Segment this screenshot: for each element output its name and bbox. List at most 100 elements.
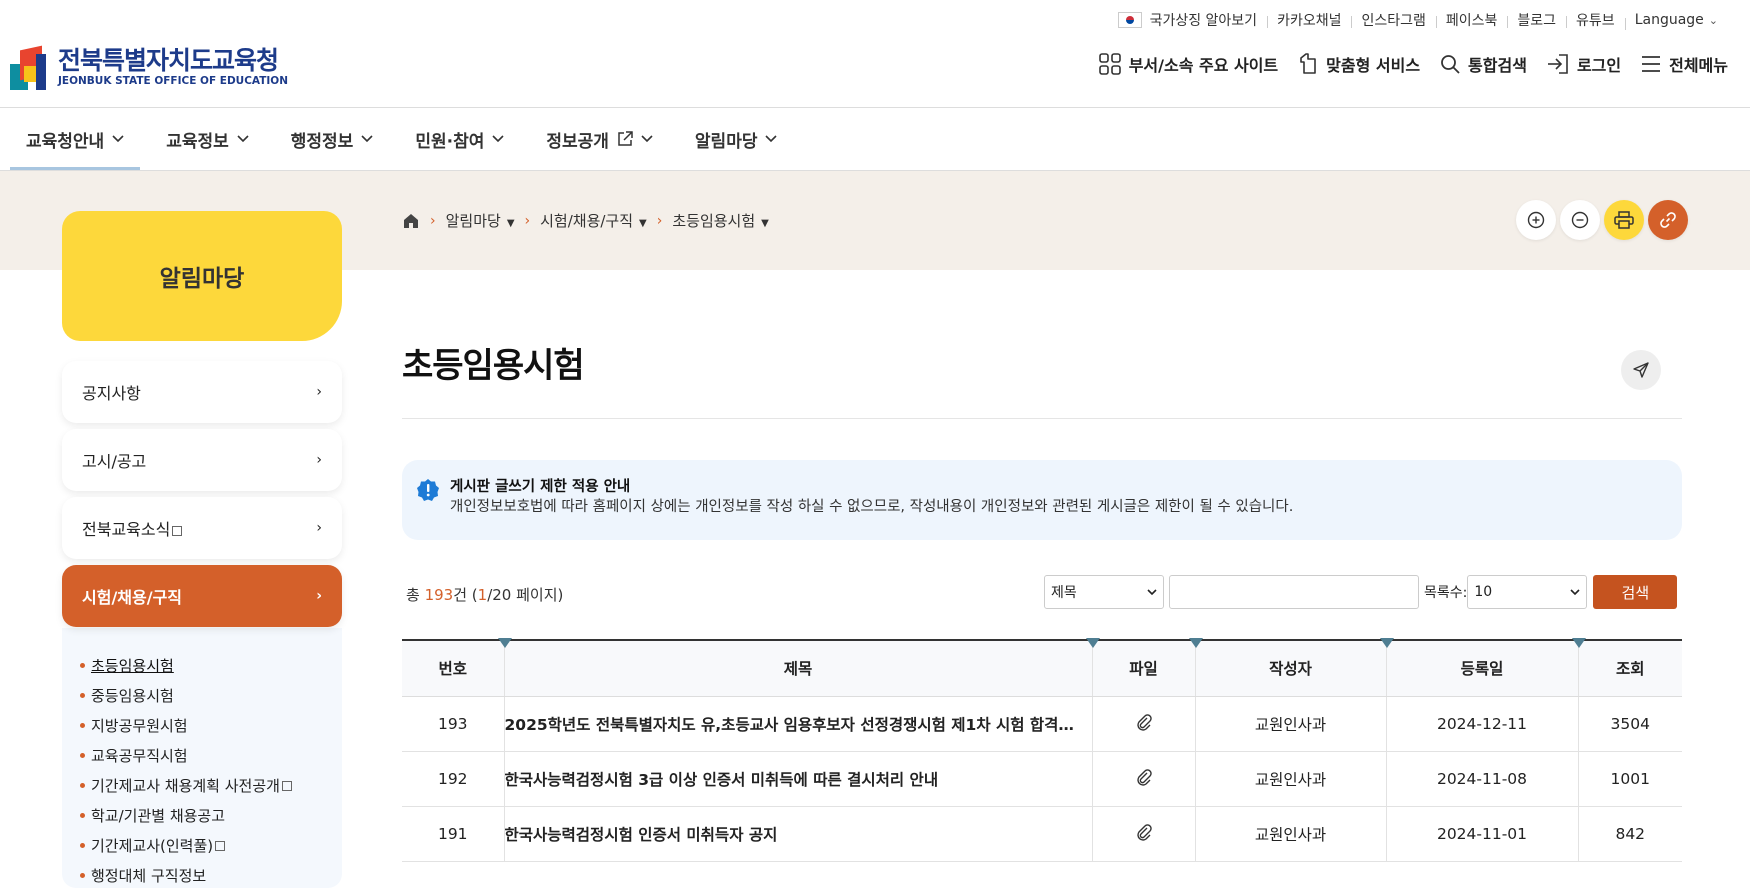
cell-title[interactable]: 한국사능력검정시험 3급 이상 인증서 미취득에 따른 결시처리 안내 (503, 751, 1092, 807)
zoom-out-button[interactable] (1560, 200, 1600, 240)
sub-item-admin-substitute[interactable]: 행정대체 구직정보 (80, 860, 292, 890)
cell-title[interactable]: 한국사능력검정시험 인증서 미취득자 공지 (503, 806, 1092, 862)
post-title-link[interactable]: 한국사능력검정시험 인증서 미취득자 공지 (505, 823, 1085, 845)
cell-date: 2024-12-11 (1385, 696, 1578, 752)
column-header-date[interactable]: 등록일 (1379, 638, 1578, 697)
search-field-select[interactable]: 제목 (1044, 575, 1164, 609)
column-resize-handle-icon[interactable] (1571, 638, 1586, 648)
cell-file[interactable] (1091, 751, 1195, 807)
lnb-item-jeonbuk-news[interactable]: 전북교육소식 › (62, 497, 342, 559)
youtube-link[interactable]: 유튜브 (1566, 10, 1625, 30)
post-title-link[interactable]: 2025학년도 전북특별자치도 유,초등교사 임용후보자 선정경쟁시험 제1차 … (505, 713, 1085, 735)
gnb-item-admin-info[interactable]: 행정정보 (275, 108, 390, 170)
chevron-down-icon: ⌄ (1708, 13, 1718, 27)
column-resize-handle-icon[interactable] (1379, 638, 1394, 648)
paperclip-icon[interactable] (1135, 713, 1153, 731)
cell-date: 2024-11-08 (1385, 751, 1578, 807)
exclamation-icon (417, 479, 439, 501)
current-page: 1 (477, 586, 488, 604)
column-resize-handle-icon[interactable] (1188, 638, 1203, 648)
bullet-icon (80, 872, 85, 878)
chevron-down-icon (1147, 584, 1157, 600)
column-resize-handle-icon[interactable] (497, 638, 512, 648)
column-resize-handle-icon[interactable] (1085, 638, 1100, 648)
page-tools (1512, 200, 1688, 240)
column-header-author[interactable]: 작성자 (1188, 638, 1386, 697)
lnb-title: 알림마당 (62, 211, 342, 341)
post-count-summary: 총 193건 (1/20 페이지) (406, 584, 563, 605)
sub-item-contract-teacher-pool[interactable]: 기간제교사(인력풀) (80, 830, 292, 860)
breadcrumb-item[interactable]: 알림마당 ▼ (446, 210, 515, 231)
print-button[interactable] (1604, 200, 1644, 240)
chevron-right-icon: › (316, 452, 322, 468)
cell-views: 1001 (1577, 751, 1682, 807)
paperclip-icon[interactable] (1135, 768, 1153, 786)
copy-link-button[interactable] (1648, 200, 1688, 240)
column-header-title[interactable]: 제목 (497, 638, 1092, 697)
sub-item-local-civil-exam[interactable]: 지방공무원시험 (80, 710, 292, 740)
instagram-label: 인스타그램 (1361, 13, 1426, 29)
gnb-item-office-guide[interactable]: 교육청안내 (10, 108, 141, 170)
gnb-label: 정보공개 (546, 131, 609, 152)
column-header-file[interactable]: 파일 (1085, 638, 1195, 697)
grid-icon (1098, 53, 1121, 75)
search-input[interactable] (1169, 575, 1419, 609)
lnb-item-notices[interactable]: 공지사항 › (62, 361, 342, 423)
breadcrumb-item[interactable]: 시험/채용/구직 ▼ (540, 210, 647, 231)
column-header-number[interactable]: 번호 (402, 639, 504, 697)
custom-service-button[interactable]: 맞춤형 서비스 (1298, 52, 1420, 76)
blog-link[interactable]: 블로그 (1507, 10, 1566, 30)
gnb-item-info-disclosure[interactable]: 정보공개 (530, 108, 669, 170)
lnb-item-announcements[interactable]: 고시/공고 › (62, 429, 342, 491)
facebook-link[interactable]: 페이스북 (1435, 10, 1508, 30)
gnb-item-education-info[interactable]: 교육정보 (150, 108, 265, 170)
gnb-item-civil-participation[interactable]: 민원·참여 (399, 108, 520, 170)
department-sites-button[interactable]: 부서/소속 주요 사이트 (1098, 52, 1278, 76)
share-button[interactable] (1621, 350, 1661, 390)
sub-item-elementary-exam[interactable]: 초등임용시험 (80, 650, 292, 680)
column-header-views[interactable]: 조회 (1571, 638, 1682, 697)
site-logo[interactable]: 전북특별자치도교육청 JEONBUK STATE OFFICE OF EDUCA… (10, 44, 288, 90)
list-count-select[interactable]: 10 (1467, 575, 1588, 609)
sub-item-secondary-exam[interactable]: 중등임용시험 (80, 680, 292, 710)
gnb-item-notice-board[interactable]: 알림마당 (679, 108, 794, 170)
all-menu-label: 전체메뉴 (1669, 56, 1728, 75)
breadcrumb-item[interactable]: 초등임용시험 ▼ (672, 210, 769, 231)
chevron-right-icon: › (316, 588, 322, 604)
home-icon[interactable] (402, 212, 420, 230)
sub-item-contract-teacher-plan[interactable]: 기간제교사 채용계획 사전공개 (80, 770, 292, 800)
integrated-search-button[interactable]: 통합검색 (1440, 52, 1527, 76)
post-title-link[interactable]: 한국사능력검정시험 3급 이상 인증서 미취득에 따른 결시처리 안내 (505, 768, 1085, 790)
language-dropdown[interactable]: Language ⌄ (1624, 12, 1728, 30)
sub-item-edu-staff-exam[interactable]: 교육공무직시험 (80, 740, 292, 770)
chevron-down-icon (641, 135, 653, 143)
column-header-label: 작성자 (1269, 660, 1312, 679)
cell-file[interactable] (1091, 806, 1195, 862)
caret-down-icon: ▼ (506, 218, 515, 229)
cell-file[interactable] (1091, 696, 1195, 752)
cell-author: 교원인사과 (1194, 751, 1386, 807)
lnb-item-exam-recruit[interactable]: 시험/채용/구직 › (62, 565, 342, 627)
zoom-in-button[interactable] (1516, 200, 1556, 240)
login-icon (1547, 54, 1568, 74)
chevron-down-icon (765, 135, 778, 143)
national-symbol-link[interactable]: 국가상징 알아보기 (1108, 10, 1268, 30)
sub-item-school-recruit[interactable]: 학교/기관별 채용공고 (80, 800, 292, 830)
caret-down-icon: ▼ (639, 218, 647, 229)
search-button[interactable]: 검색 (1593, 575, 1678, 609)
paperclip-icon[interactable] (1135, 823, 1153, 841)
all-menu-button[interactable]: 전체메뉴 (1641, 52, 1728, 76)
utility-bar: 국가상징 알아보기 카카오채널 인스타그램 페이스북 블로그 유튜브 Langu… (1108, 8, 1728, 32)
list-count-label: 목록수: (1424, 585, 1468, 601)
sub-item-label: 행정대체 구직정보 (91, 866, 207, 885)
hand-pointer-icon (1300, 53, 1316, 74)
list-count-value: 10 (1474, 584, 1493, 600)
chevron-down-icon (1570, 584, 1580, 600)
instagram-link[interactable]: 인스타그램 (1351, 10, 1435, 30)
search-form: 제목 목록수: 10 검색 (1044, 575, 1678, 609)
login-button[interactable]: 로그인 (1547, 52, 1621, 76)
cell-title[interactable]: 2025학년도 전북특별자치도 유,초등교사 임용후보자 선정경쟁시험 제1차 … (503, 696, 1092, 752)
kakao-channel-link[interactable]: 카카오채널 (1267, 10, 1351, 30)
caret-down-icon: ▼ (761, 218, 769, 229)
hamburger-icon (1642, 56, 1661, 72)
